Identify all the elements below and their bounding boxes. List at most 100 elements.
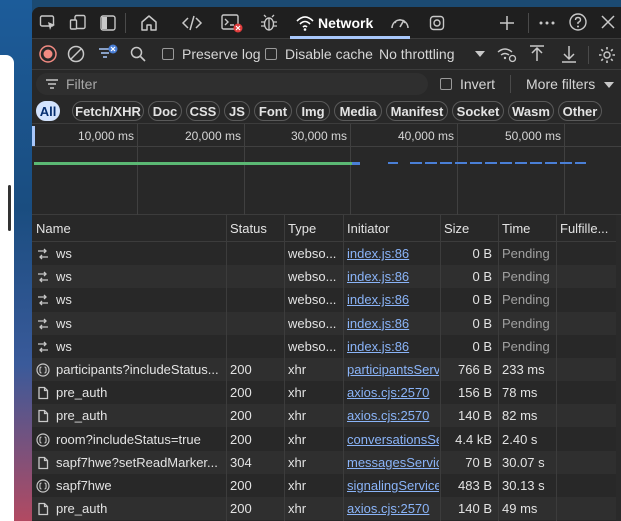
request-initiator-link[interactable]: participantsServ <box>347 362 439 377</box>
column-divider[interactable] <box>498 215 499 521</box>
dock-side-icon[interactable] <box>98 13 118 33</box>
request-name[interactable]: ws <box>56 246 222 261</box>
request-initiator-link[interactable]: axios.cjs:2570 <box>347 501 439 516</box>
more-filters-dropdown-icon[interactable] <box>602 78 616 92</box>
filter-chip-fetch-xhr[interactable]: Fetch/XHR <box>72 101 144 121</box>
column-header-name[interactable]: Name <box>36 221 71 236</box>
table-row[interactable]: pre_auth 200 xhr axios.cjs:2570 140 B 82 ms <box>32 404 621 428</box>
device-toolbar-icon[interactable] <box>68 13 88 33</box>
filter-chip-other[interactable]: Other <box>558 101 602 121</box>
column-divider[interactable] <box>284 215 285 521</box>
request-initiator-link[interactable]: index.js:86 <box>347 246 439 261</box>
more-filters-button[interactable]: More filters <box>526 76 595 92</box>
disable-cache-checkbox[interactable] <box>265 48 277 60</box>
filter-chip-wasm[interactable]: Wasm <box>508 101 554 121</box>
filter-chip-all[interactable]: All <box>36 101 60 121</box>
import-upload-icon[interactable] <box>526 43 548 65</box>
export-download-icon[interactable] <box>558 43 580 65</box>
column-divider[interactable] <box>440 215 441 521</box>
table-row[interactable]: ws webso... index.js:86 0 B Pending <box>32 242 621 265</box>
request-initiator-link[interactable]: conversationsSe <box>347 432 439 447</box>
request-name[interactable]: ws <box>56 292 222 307</box>
clear-log-icon[interactable] <box>66 44 86 64</box>
column-divider[interactable] <box>556 215 557 521</box>
column-header-initiator[interactable]: Initiator <box>347 221 390 236</box>
network-settings-gear-icon[interactable] <box>596 44 618 66</box>
table-row[interactable]: participants?includeStatus... 200 xhr parti… <box>32 358 621 381</box>
search-icon[interactable] <box>128 44 148 64</box>
request-name[interactable]: ws <box>56 269 222 284</box>
network-conditions-wifi-gear-icon[interactable] <box>496 44 518 64</box>
timeline-selection-handle[interactable] <box>32 126 35 146</box>
request-initiator-link[interactable]: index.js:86 <box>347 339 439 354</box>
table-row[interactable]: room?includeStatus=true 200 xhr conversatio… <box>32 427 621 451</box>
more-options-ellipsis-icon[interactable] <box>536 12 558 34</box>
elements-tab-icon[interactable] <box>180 12 204 34</box>
inspect-element-icon[interactable] <box>38 13 58 33</box>
add-tab-plus-icon[interactable] <box>496 12 518 34</box>
timeline-header-line <box>32 146 621 147</box>
request-name[interactable]: ws <box>56 316 222 331</box>
filter-chip-img[interactable]: Img <box>296 101 330 121</box>
request-name[interactable]: room?includeStatus=true <box>56 432 222 447</box>
scrollbar-thumb[interactable] <box>8 185 11 231</box>
request-initiator-link[interactable]: axios.cjs:2570 <box>347 408 439 423</box>
column-header-time[interactable]: Time <box>502 221 530 236</box>
request-name[interactable]: participants?includeStatus... <box>56 362 222 377</box>
performance-gauge-icon[interactable] <box>388 12 412 34</box>
request-name[interactable]: pre_auth <box>56 501 222 516</box>
request-name[interactable]: ws <box>56 339 222 354</box>
table-row[interactable]: sapf7hwe?setReadMarker... 304 xhr messagesS… <box>32 450 621 474</box>
filter-chip-css[interactable]: CSS <box>186 101 220 121</box>
filter-chip-doc[interactable]: Doc <box>148 101 182 121</box>
table-row[interactable]: ws webso... index.js:86 0 B Pending <box>32 311 621 335</box>
throttling-select[interactable]: No throttling <box>379 46 454 62</box>
invert-checkbox[interactable] <box>440 78 452 90</box>
filter-chip-font[interactable]: Font <box>254 101 292 121</box>
column-divider[interactable] <box>226 215 227 521</box>
waterfall-blue-bar <box>352 162 360 165</box>
console-tab-icon[interactable] <box>220 12 244 34</box>
table-row[interactable]: ws webso... index.js:86 0 B Pending <box>32 334 621 358</box>
request-name[interactable]: sapf7hwe?setReadMarker... <box>56 455 222 470</box>
filter-chip-manifest[interactable]: Manifest <box>386 101 448 121</box>
column-header-fulfilled-by[interactable]: Fulfille... <box>560 221 608 236</box>
stop-recording-icon[interactable] <box>38 44 58 64</box>
column-header-type[interactable]: Type <box>288 221 316 236</box>
table-row[interactable]: ws webso... index.js:86 0 B Pending <box>32 288 621 312</box>
throttling-dropdown-icon[interactable] <box>472 46 488 62</box>
table-row[interactable]: sapf7hwe 200 xhr signalingService 483 B 30.13… <box>32 474 621 497</box>
close-devtools-icon[interactable] <box>598 11 618 33</box>
filter-chip-media[interactable]: Media <box>334 101 382 121</box>
request-initiator-link[interactable]: index.js:86 <box>347 269 439 284</box>
request-initiator-link[interactable]: signalingService <box>347 478 439 493</box>
column-header-size[interactable]: Size <box>444 221 469 236</box>
welcome-home-icon[interactable] <box>138 12 160 34</box>
preserve-log-checkbox[interactable] <box>162 48 174 60</box>
column-divider[interactable] <box>343 215 344 521</box>
request-initiator-link[interactable]: axios.cjs:2570 <box>347 385 439 400</box>
column-header-status[interactable]: Status <box>230 221 267 236</box>
table-row[interactable]: ws webso... index.js:86 0 B Pending <box>32 265 621 289</box>
tab-network[interactable]: Network <box>318 15 373 31</box>
filter-input[interactable]: Filter <box>36 73 428 95</box>
vertical-scrollbar[interactable] <box>616 215 621 521</box>
filter-chip-socket[interactable]: Socket <box>452 101 504 121</box>
sources-debug-bug-icon[interactable] <box>258 12 280 34</box>
help-question-icon[interactable] <box>567 11 589 33</box>
request-initiator-link[interactable]: index.js:86 <box>347 316 439 331</box>
request-initiator-link[interactable]: messagesServic <box>347 455 439 470</box>
request-type: webso... <box>288 246 337 261</box>
settings-gear-icon[interactable] <box>426 12 448 34</box>
request-name[interactable]: sapf7hwe <box>56 478 222 493</box>
filter-funnel-active-icon[interactable] <box>96 43 120 65</box>
request-name[interactable]: pre_auth <box>56 385 222 400</box>
request-initiator-link[interactable]: index.js:86 <box>347 292 439 307</box>
network-wifi-icon[interactable] <box>294 13 316 33</box>
network-overview-timeline[interactable]: 10,000 ms 20,000 ms 30,000 ms 40,000 ms … <box>32 124 621 215</box>
websocket-icon <box>36 270 52 287</box>
request-name[interactable]: pre_auth <box>56 408 222 423</box>
table-row[interactable]: pre_auth 200 xhr axios.cjs:2570 140 B 49 ms <box>32 497 621 521</box>
filter-chip-js[interactable]: JS <box>224 101 250 121</box>
table-row[interactable]: pre_auth 200 xhr axios.cjs:2570 156 B 78 ms <box>32 381 621 405</box>
